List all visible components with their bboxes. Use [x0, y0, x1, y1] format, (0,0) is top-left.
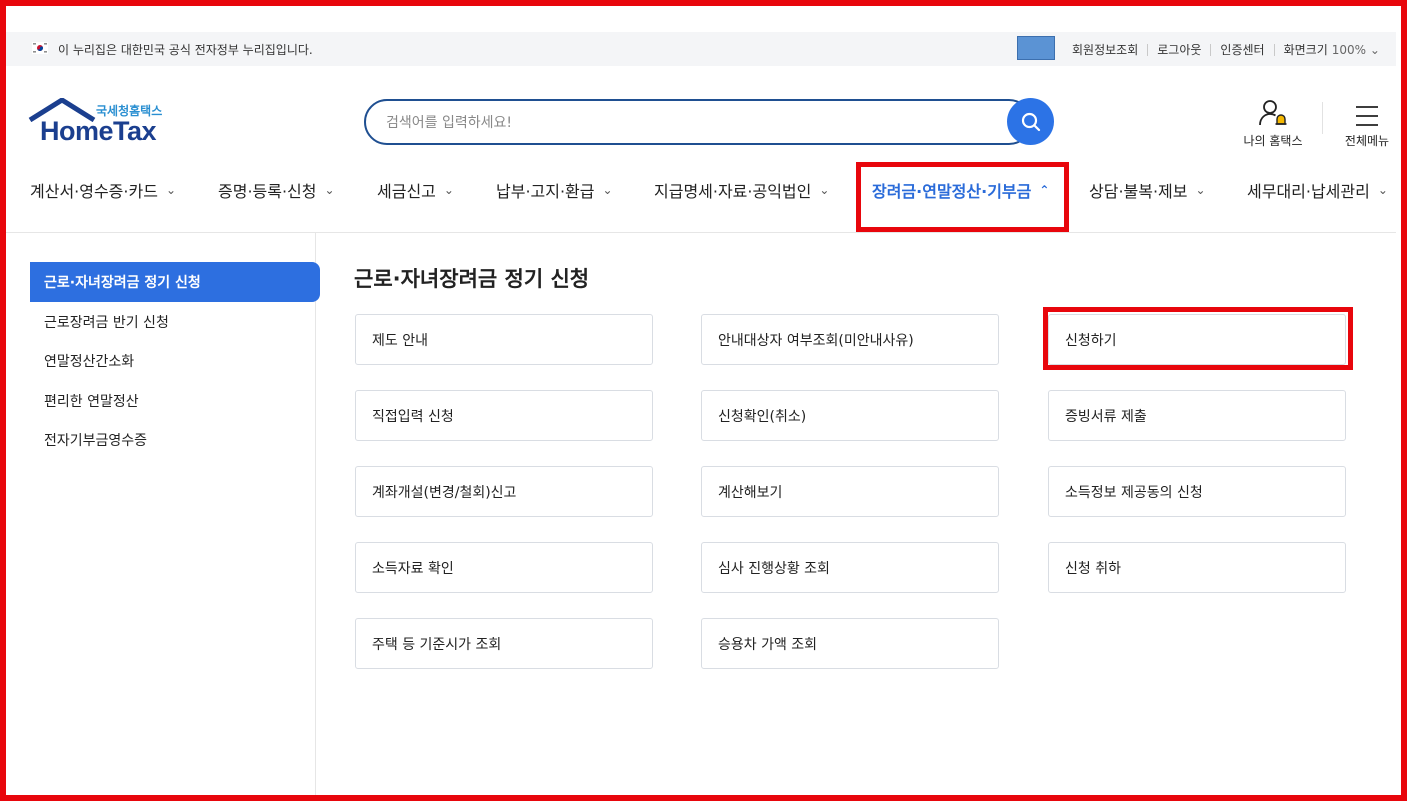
search-input[interactable]: [384, 111, 988, 135]
gnb-consult-appeal-report[interactable]: 상담·불복·제보 ⌄: [1089, 178, 1206, 202]
card-income-info-consent[interactable]: 소득정보 제공동의 신청: [1048, 466, 1346, 517]
blue-indicator: [1017, 36, 1055, 60]
search-button[interactable]: [1007, 98, 1054, 145]
korea-flag-icon: [32, 42, 48, 54]
gnb-tax-filing[interactable]: 세금신고 ⌄: [377, 178, 454, 202]
screen-size-label: 화면크기: [1283, 43, 1328, 57]
top-links: 회원정보조회 로그아웃 인증센터 화면크기 100% ⌄: [1072, 41, 1380, 58]
member-info-link[interactable]: 회원정보조회: [1072, 41, 1138, 58]
chevron-down-icon: ⌄: [602, 183, 613, 197]
my-hometax-label: 나의 홈택스: [1243, 134, 1303, 148]
chevron-down-icon: ⌄: [165, 183, 176, 197]
search-box: [364, 99, 1032, 145]
lnb-item-yearend-simplified[interactable]: 연말정산간소화: [44, 351, 134, 371]
card-submit-documents[interactable]: 증빙서류 제출: [1048, 390, 1346, 441]
gov-notice-bar: 이 누리집은 대한민국 공식 전자정부 누리집입니다. 회원정보조회 로그아웃 …: [6, 32, 1396, 66]
highlight-box-apply: [1043, 307, 1353, 370]
gnb-payment-statement[interactable]: 지급명세·자료·공익법인 ⌄: [654, 178, 829, 202]
all-menu-label: 전체메뉴: [1344, 134, 1390, 148]
chevron-down-icon: ⌄: [324, 183, 335, 197]
hamburger-menu-icon: [1356, 106, 1378, 126]
search-icon: [1021, 112, 1040, 131]
card-review-status[interactable]: 심사 진행상황 조회: [701, 542, 999, 593]
lnb-item-e-donation-receipt[interactable]: 전자기부금영수증: [44, 430, 147, 450]
card-apply-confirm-cancel[interactable]: 신청확인(취소): [701, 390, 999, 441]
logo-text: HomeTax: [40, 116, 157, 146]
logout-link[interactable]: 로그아웃: [1157, 41, 1201, 58]
gnb-certificate-registration[interactable]: 증명·등록·신청 ⌄: [218, 178, 335, 202]
side-navigation: 근로·자녀장려금 정기 신청 근로장려금 반기 신청 연말정산간소화 편리한 연…: [6, 233, 320, 795]
divider: [1210, 43, 1212, 56]
card-income-data-check[interactable]: 소득자료 확인: [355, 542, 653, 593]
chevron-down-icon: ⌄: [1195, 183, 1206, 197]
chevron-down-icon: ⌄: [1377, 183, 1388, 197]
page-title: 근로·자녀장려금 정기 신청: [354, 267, 590, 291]
lnb-item-easy-yearend[interactable]: 편리한 연말정산: [44, 391, 139, 411]
divider: [1147, 43, 1149, 56]
gov-notice-text: 이 누리집은 대한민국 공식 전자정부 누리집입니다.: [58, 43, 313, 57]
highlight-box-gnb: [856, 162, 1069, 232]
card-car-value[interactable]: 승용차 가액 조회: [701, 618, 999, 669]
hometax-logo[interactable]: 국세청홈택스 HomeTax: [28, 98, 178, 148]
lnb-item-semiannual-incentive[interactable]: 근로장려금 반기 신청: [44, 312, 169, 332]
gnb-payment-refund[interactable]: 납부·고지·환급 ⌄: [496, 178, 613, 202]
divider: [1322, 102, 1323, 134]
chevron-down-icon: ⌄: [819, 183, 830, 197]
card-direct-input-apply[interactable]: 직접입력 신청: [355, 390, 653, 441]
gnb-invoice-receipt-card[interactable]: 계산서·영수증·카드 ⌄: [30, 178, 176, 202]
card-house-standard-price[interactable]: 주택 등 기준시가 조회: [355, 618, 653, 669]
chevron-down-icon: ⌄: [443, 183, 454, 197]
main-navigation: 계산서·영수증·카드 ⌄ 증명·등록·신청 ⌄ 세금신고 ⌄ 납부·고지·환급 ⌄ 지급…: [6, 164, 1396, 214]
card-system-guide[interactable]: 제도 안내: [355, 314, 653, 365]
all-menu-button[interactable]: 전체메뉴: [1334, 96, 1400, 149]
chevron-down-icon: ⌄: [1369, 42, 1380, 57]
card-withdraw-application[interactable]: 신청 취하: [1048, 542, 1346, 593]
divider: [1273, 43, 1275, 56]
my-hometax-button[interactable]: 나의 홈택스: [1238, 96, 1308, 149]
cert-center-link[interactable]: 인증센터: [1220, 41, 1264, 58]
user-bell-icon: [1259, 100, 1287, 126]
gnb-tax-agent-management[interactable]: 세무대리·납세관리 ⌄: [1247, 178, 1388, 202]
zoom-select[interactable]: 100% ⌄: [1332, 43, 1380, 57]
card-calculate[interactable]: 계산해보기: [701, 466, 999, 517]
lnb-item-regular-incentive[interactable]: 근로·자녀장려금 정기 신청: [30, 262, 320, 302]
card-eligibility-lookup[interactable]: 안내대상자 여부조회(미안내사유): [701, 314, 999, 365]
card-account-report[interactable]: 계좌개설(변경/철회)신고: [355, 466, 653, 517]
